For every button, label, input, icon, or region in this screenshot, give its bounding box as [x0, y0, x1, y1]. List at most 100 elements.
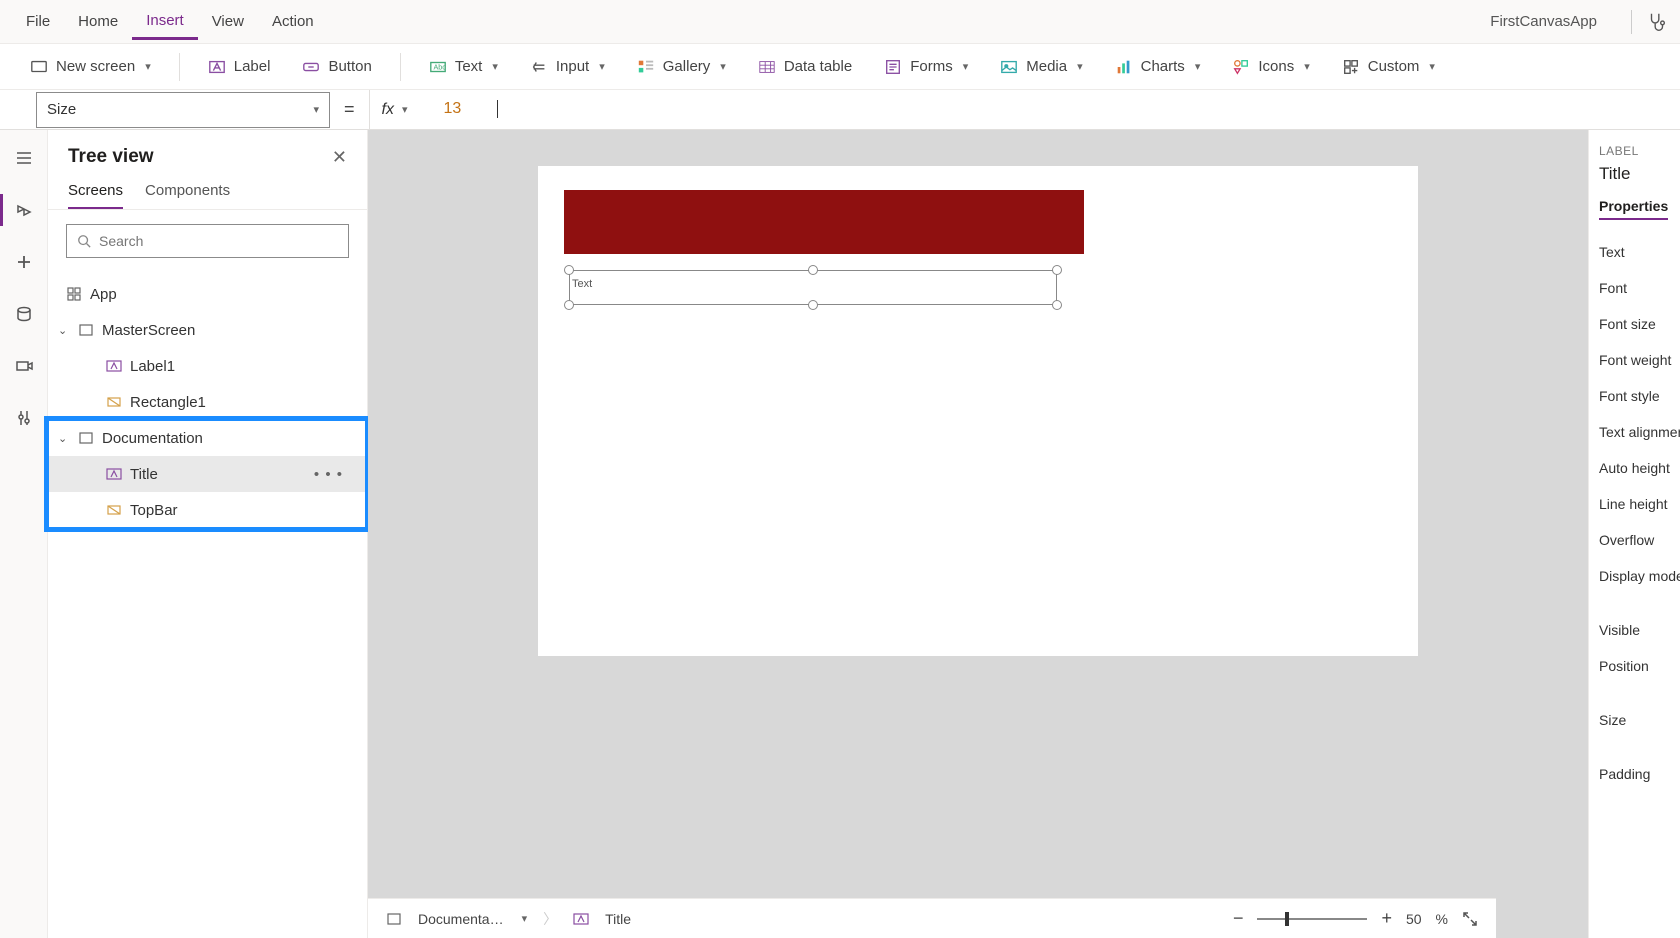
menu-view[interactable]: View: [198, 5, 258, 38]
custom-button[interactable]: Custom ▾: [1332, 52, 1445, 82]
add-icon[interactable]: [12, 250, 36, 274]
search-input[interactable]: [99, 233, 338, 249]
selection-handle[interactable]: [564, 265, 574, 275]
fx-button[interactable]: fx ▾: [369, 90, 420, 129]
search-icon: [77, 234, 91, 248]
search-box[interactable]: [66, 224, 349, 258]
data-icon[interactable]: [12, 302, 36, 326]
property-row[interactable]: Position: [1599, 648, 1670, 684]
property-selector[interactable]: Size ▾: [36, 92, 330, 128]
zoom-unit: %: [1436, 911, 1448, 927]
formula-value[interactable]: 13: [420, 100, 499, 118]
property-row[interactable]: Padding: [1599, 756, 1670, 792]
zoom-slider[interactable]: [1257, 918, 1367, 920]
canvas-screen[interactable]: Text: [538, 166, 1418, 656]
tree-node-documentation[interactable]: ⌄ Documentation: [48, 420, 367, 456]
control-name[interactable]: Title: [1599, 164, 1670, 184]
property-row[interactable]: Overflow: [1599, 522, 1670, 558]
tree-view-tabs: Screens Components: [48, 174, 367, 210]
icons-btn-label: Icons: [1258, 58, 1294, 75]
caret-down-icon[interactable]: ⌄: [58, 432, 70, 445]
formula-bar: Size ▾ = fx ▾ 13: [0, 90, 1680, 130]
svg-text:Abc: Abc: [433, 62, 446, 71]
input-button[interactable]: Input ▾: [520, 52, 615, 82]
more-icon[interactable]: • • •: [314, 466, 343, 483]
hamburger-icon[interactable]: [12, 146, 36, 170]
zoom-in-button[interactable]: +: [1381, 908, 1392, 929]
tree-node-title[interactable]: Title • • •: [48, 456, 367, 492]
menu-insert[interactable]: Insert: [132, 4, 198, 40]
equals-sign: =: [344, 99, 355, 120]
menu-file[interactable]: File: [12, 5, 64, 38]
property-row[interactable]: Font size: [1599, 306, 1670, 342]
property-row[interactable]: Display mode: [1599, 558, 1670, 594]
menubar-divider: [1631, 10, 1632, 34]
tab-components[interactable]: Components: [145, 182, 230, 209]
property-row[interactable]: Text: [1599, 234, 1670, 270]
media-rail-icon[interactable]: [12, 354, 36, 378]
tree-node-label: MasterScreen: [102, 322, 195, 339]
selection-handle[interactable]: [1052, 265, 1062, 275]
breadcrumb-control[interactable]: Title: [605, 911, 631, 927]
tree-node-rectangle1[interactable]: Rectangle1: [48, 384, 367, 420]
fit-to-window-icon[interactable]: [1462, 911, 1478, 927]
property-row[interactable]: Line height: [1599, 486, 1670, 522]
text-icon: Abc: [429, 58, 447, 76]
menubar: File Home Insert View Action FirstCanvas…: [0, 0, 1680, 44]
formula-value-text: 13: [444, 101, 462, 118]
tree-node-label: Documentation: [102, 430, 203, 447]
selection-handle[interactable]: [808, 300, 818, 310]
text-button[interactable]: Abc Text ▾: [419, 52, 508, 82]
ribbon-separator: [400, 53, 401, 81]
property-row[interactable]: Size: [1599, 702, 1670, 738]
charts-btn-label: Charts: [1141, 58, 1185, 75]
app-checker-icon[interactable]: [1646, 11, 1668, 33]
property-row[interactable]: Auto height: [1599, 450, 1670, 486]
text-btn-label: Text: [455, 58, 483, 75]
canvas-area[interactable]: Text Documenta… ▾ 〉 Title − + 50 %: [368, 130, 1588, 938]
media-btn-label: Media: [1026, 58, 1067, 75]
property-row[interactable]: Font style: [1599, 378, 1670, 414]
chevron-down-icon[interactable]: ▾: [522, 912, 528, 925]
tree-node-topbar[interactable]: TopBar: [48, 492, 367, 528]
breadcrumb-screen[interactable]: Documenta…: [418, 911, 504, 927]
datatable-button[interactable]: Data table: [748, 52, 862, 82]
chevron-down-icon: ▾: [1304, 60, 1310, 73]
canvas-topbar-rect[interactable]: [564, 190, 1084, 254]
close-icon[interactable]: ✕: [332, 147, 347, 168]
property-row[interactable]: Font weight: [1599, 342, 1670, 378]
custom-icon: [1342, 58, 1360, 76]
tools-icon[interactable]: [12, 406, 36, 430]
tree-node-label1[interactable]: Label1: [48, 348, 367, 384]
media-button[interactable]: Media ▾: [990, 52, 1092, 82]
tree-view-icon[interactable]: [12, 198, 36, 222]
properties-tab[interactable]: Properties: [1599, 198, 1668, 220]
zoom-controls: − + 50 %: [1233, 908, 1478, 929]
button-button[interactable]: Button: [292, 52, 381, 82]
zoom-slider-thumb[interactable]: [1285, 912, 1289, 926]
tree-view-panel: Tree view ✕ Screens Components App ⌄ Mas…: [48, 130, 368, 938]
zoom-out-button[interactable]: −: [1233, 908, 1244, 929]
new-screen-button[interactable]: New screen ▾: [20, 52, 161, 82]
property-row[interactable]: Text alignment: [1599, 414, 1670, 450]
selection-handle[interactable]: [808, 265, 818, 275]
menu-home[interactable]: Home: [64, 5, 132, 38]
tab-screens[interactable]: Screens: [68, 182, 123, 209]
forms-button[interactable]: Forms ▾: [874, 52, 978, 82]
menu-action[interactable]: Action: [258, 5, 328, 38]
tree-node-masterscreen[interactable]: ⌄ MasterScreen: [48, 312, 367, 348]
property-row[interactable]: Font: [1599, 270, 1670, 306]
icons-button[interactable]: Icons ▾: [1222, 52, 1319, 82]
status-bar: Documenta… ▾ 〉 Title − + 50 %: [368, 898, 1496, 938]
gallery-button[interactable]: Gallery ▾: [627, 52, 736, 82]
selection-handle[interactable]: [1052, 300, 1062, 310]
tree-node-app[interactable]: App: [48, 276, 367, 312]
selection-handle[interactable]: [564, 300, 574, 310]
caret-down-icon[interactable]: ⌄: [58, 324, 70, 337]
label-button[interactable]: Label: [198, 52, 281, 82]
property-selector-value: Size: [47, 101, 76, 118]
chevron-down-icon: ▾: [145, 60, 151, 73]
property-row[interactable]: Visible: [1599, 612, 1670, 648]
charts-button[interactable]: Charts ▾: [1105, 52, 1211, 82]
canvas-title-label-selected[interactable]: Text: [564, 270, 1062, 305]
